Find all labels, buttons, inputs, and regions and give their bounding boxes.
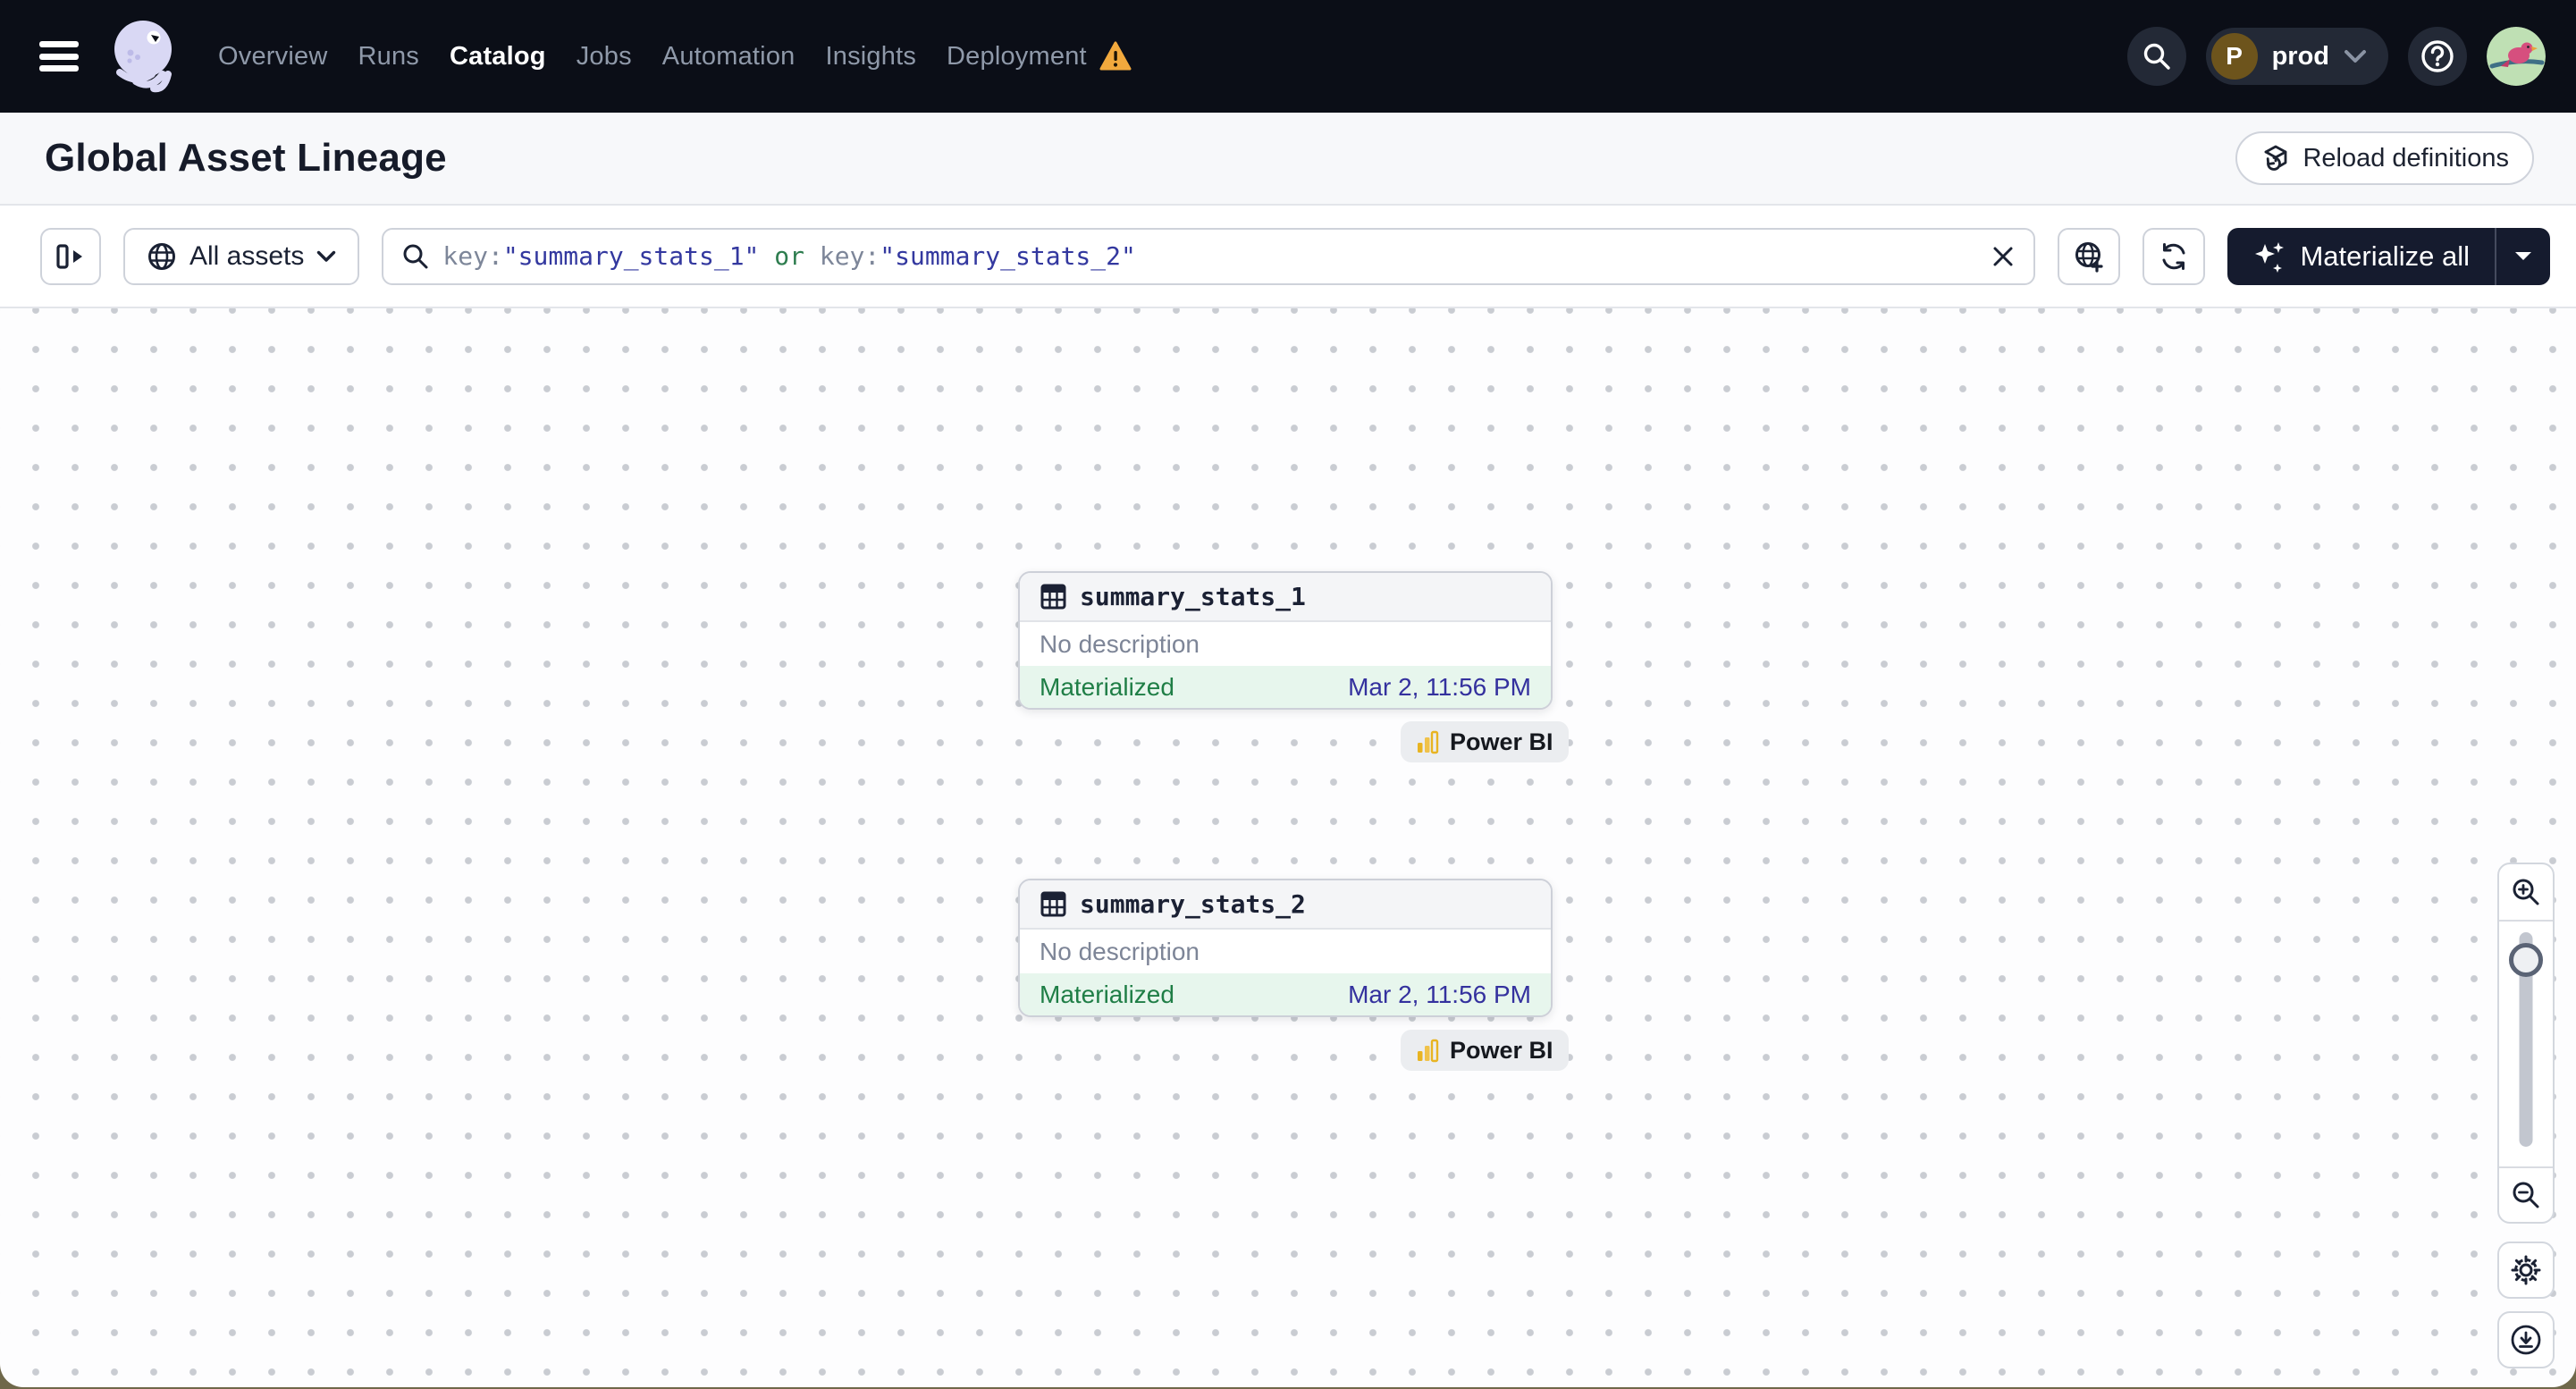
power-bi-badge[interactable]: Power BI: [1401, 721, 1569, 762]
asset-node-header: summary_stats_1: [1020, 573, 1551, 622]
materialize-all-button[interactable]: Materialize all: [2227, 228, 2495, 285]
primary-nav: Overview Runs Catalog Jobs Automation In…: [218, 41, 1132, 72]
asset-description: No description: [1040, 629, 1200, 658]
warning-icon: [1099, 41, 1132, 71]
asset-node-summary-stats-2[interactable]: summary_stats_2 No description Materiali…: [1018, 879, 1553, 1017]
lineage-canvas[interactable]: summary_stats_1 No description Materiali…: [0, 308, 2576, 1387]
dagster-logo[interactable]: [102, 13, 182, 99]
asset-search-input[interactable]: key:"summary_stats_1" or key:"summary_st…: [382, 227, 2036, 285]
materialize-options-button[interactable]: [2495, 227, 2550, 285]
search-icon: [2143, 43, 2170, 70]
caret-down-icon: [2515, 252, 2531, 260]
asset-group-filter[interactable]: All assets: [123, 227, 360, 285]
power-bi-icon: [1418, 1039, 1439, 1062]
materialization-timestamp[interactable]: Mar 2, 11:56 PM: [1348, 981, 1531, 1009]
download-icon: [2511, 1325, 2541, 1355]
view-full-graph-button[interactable]: [2058, 227, 2121, 285]
asset-node-header: summary_stats_2: [1020, 880, 1551, 930]
globe-icon: [148, 242, 175, 270]
zoom-out-icon: [2513, 1182, 2539, 1208]
power-bi-label: Power BI: [1450, 1036, 1553, 1064]
asset-name: summary_stats_2: [1080, 889, 1306, 919]
sparkles-icon: [2255, 241, 2285, 273]
asset-selection-query[interactable]: key:"summary_stats_1" or key:"summary_st…: [442, 241, 1978, 271]
reload-definitions-label: Reload definitions: [2302, 143, 2509, 173]
zoom-slider-knob[interactable]: [2509, 943, 2543, 977]
asset-status-row: Materialized Mar 2, 11:56 PM: [1020, 973, 1551, 1015]
asset-status-row: Materialized Mar 2, 11:56 PM: [1020, 666, 1551, 708]
zoom-slider[interactable]: [2499, 922, 2553, 1166]
user-avatar[interactable]: [2487, 27, 2546, 86]
globe-add-icon: [2075, 241, 2104, 273]
nav-item-automation[interactable]: Automation: [662, 42, 796, 72]
nav-item-catalog[interactable]: Catalog: [450, 42, 546, 72]
search-icon: [403, 244, 428, 268]
table-icon: [1040, 891, 1066, 917]
clear-query-icon[interactable]: [1991, 244, 2016, 269]
global-search-button[interactable]: [2126, 27, 2186, 86]
help-icon: [2421, 40, 2454, 72]
power-bi-icon: [1418, 730, 1439, 753]
reload-definitions-button[interactable]: Reload definitions: [2235, 131, 2534, 185]
zoom-controls: [2497, 863, 2555, 1224]
navbar-right-cluster: P prod: [2126, 27, 2546, 86]
materialization-status: Materialized: [1040, 672, 1174, 701]
page-title: Global Asset Lineage: [45, 136, 447, 180]
nav-item-jobs[interactable]: Jobs: [577, 42, 632, 72]
graph-settings-button[interactable]: [2497, 1242, 2555, 1299]
asset-name: summary_stats_1: [1080, 582, 1306, 611]
materialize-all-label: Materialize all: [2300, 240, 2470, 272]
materialization-status: Materialized: [1040, 980, 1174, 1008]
deployment-avatar: P: [2210, 33, 2258, 80]
power-bi-badge[interactable]: Power BI: [1401, 1030, 1569, 1071]
nav-item-runs[interactable]: Runs: [358, 42, 419, 72]
download-graph-button[interactable]: [2497, 1311, 2555, 1368]
reload-definitions-icon: [2265, 145, 2287, 171]
nav-item-overview[interactable]: Overview: [218, 42, 327, 72]
table-icon: [1040, 584, 1066, 610]
deployment-switcher[interactable]: P prod: [2205, 28, 2388, 85]
help-button[interactable]: [2408, 27, 2467, 86]
chevron-down-icon: [317, 250, 336, 262]
settings-gear-icon: [2511, 1255, 2541, 1285]
page-header: Global Asset Lineage Reload definitions: [0, 113, 2576, 206]
zoom-out-button[interactable]: [2499, 1166, 2553, 1222]
hamburger-menu-icon[interactable]: [39, 41, 79, 72]
zoom-in-icon: [2513, 879, 2539, 905]
asset-description: No description: [1040, 937, 1200, 965]
refresh-graph-button[interactable]: [2142, 227, 2206, 285]
toggle-side-panel-button[interactable]: [40, 227, 101, 285]
lineage-toolbar: All assets key:"summary_stats_1" or key:…: [0, 206, 2576, 308]
nav-item-insights[interactable]: Insights: [825, 42, 916, 72]
deployment-name: prod: [2271, 41, 2329, 71]
chevron-down-icon: [2344, 50, 2366, 63]
asset-node-summary-stats-1[interactable]: summary_stats_1 No description Materiali…: [1018, 571, 1553, 710]
materialization-timestamp[interactable]: Mar 2, 11:56 PM: [1348, 673, 1531, 702]
refresh-icon: [2162, 242, 2185, 270]
materialize-all-split-button: Materialize all: [2227, 227, 2550, 285]
top-navbar: Overview Runs Catalog Jobs Automation In…: [0, 0, 2576, 113]
nav-item-deployment[interactable]: Deployment: [947, 41, 1132, 72]
asset-filter-label: All assets: [189, 240, 305, 271]
panel-toggle-icon: [56, 243, 82, 269]
zoom-in-button[interactable]: [2499, 864, 2553, 922]
power-bi-label: Power BI: [1450, 728, 1553, 755]
